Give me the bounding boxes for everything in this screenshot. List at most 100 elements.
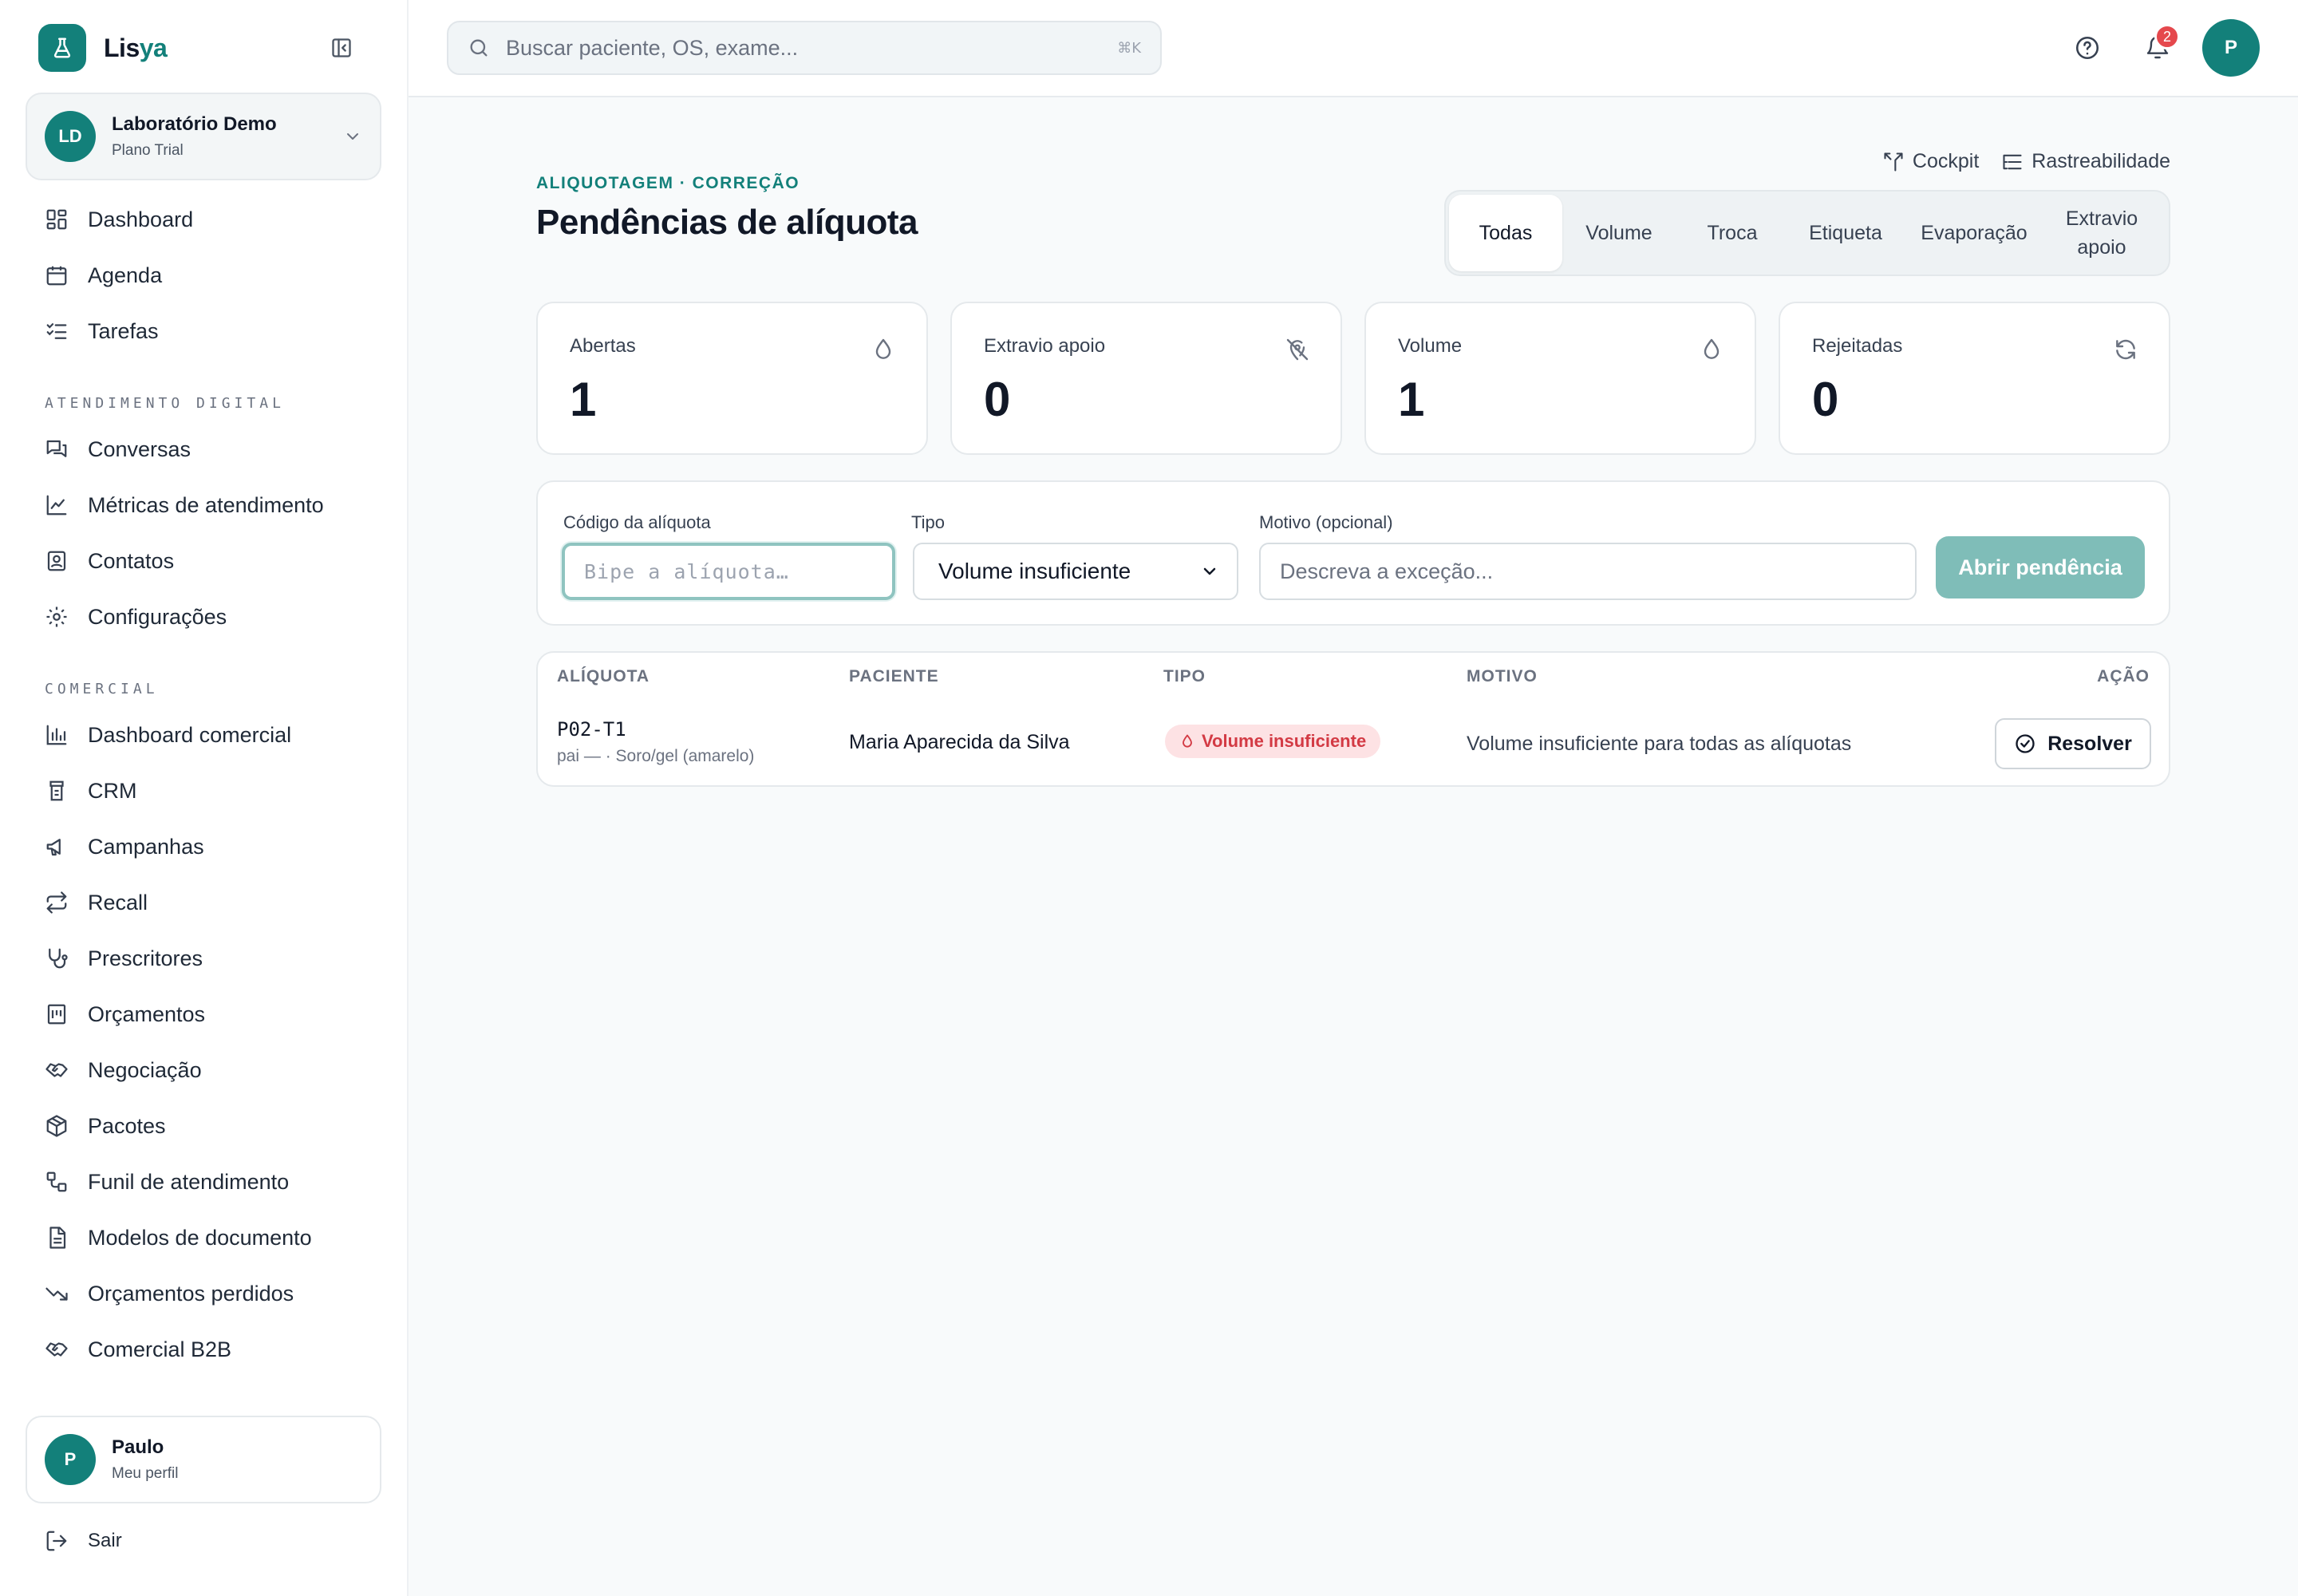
- notification-badge: 2: [2154, 24, 2180, 49]
- sidebar-item-configuracoes[interactable]: Configurações: [26, 589, 381, 645]
- sidebar-item-modelos[interactable]: Modelos de documento: [26, 1210, 381, 1266]
- brand-name: Lisya: [104, 33, 168, 62]
- sidebar-item-contatos[interactable]: Contatos: [26, 533, 381, 589]
- sidebar-item-dashboard[interactable]: Dashboard: [26, 192, 381, 247]
- sidebar-item-recall[interactable]: Recall: [26, 875, 381, 930]
- filter-tabs: Todas Volume Troca Etiqueta Evaporação E…: [1444, 190, 2170, 276]
- sidebar-item-campanhas[interactable]: Campanhas: [26, 819, 381, 875]
- column-header-paciente: PACIENTE: [849, 667, 939, 685]
- topbar: ⌘K: [409, 0, 2298, 97]
- stat-label: Volume: [1398, 335, 1463, 357]
- workflow-icon: [46, 1171, 67, 1192]
- stat-label: Rejeitadas: [1812, 335, 1903, 357]
- sidebar-item-label: CRM: [88, 778, 137, 803]
- tab-extravio-apoio[interactable]: Extravio apoio: [2046, 195, 2158, 271]
- stats-row: Abertas 1 Extravio apoio 0 Volume 1 Reje…: [536, 302, 2170, 455]
- org-name: Laboratório Demo: [112, 113, 277, 135]
- stat-card-rejeitadas: Rejeitadas 0: [1779, 302, 2170, 455]
- package-icon: [46, 1115, 67, 1137]
- rastreabilidade-label: Rastreabilidade: [2031, 150, 2170, 172]
- chevron-down-icon: [347, 133, 358, 140]
- reason-field-label: Motivo (opcional): [1259, 512, 1393, 532]
- organization-switcher[interactable]: LD Laboratório Demo Plano Trial: [26, 93, 381, 180]
- map-pin-off-icon: [1286, 338, 1309, 361]
- flask-icon: [38, 24, 86, 72]
- profile-subtitle: Meu perfil: [112, 1465, 179, 1482]
- stat-label: Abertas: [570, 335, 636, 357]
- sidebar-item-comercial-b2b[interactable]: Comercial B2B: [26, 1321, 381, 1377]
- sidebar-item-pacotes[interactable]: Pacotes: [26, 1098, 381, 1154]
- profile-card[interactable]: P Paulo Meu perfil: [26, 1416, 381, 1503]
- sidebar-item-label: Dashboard: [88, 207, 194, 231]
- aliquot-subtitle: pai — · Soro/gel (amarelo): [557, 747, 755, 765]
- org-avatar: LD: [45, 111, 96, 162]
- aliquot-code-input[interactable]: [562, 543, 895, 600]
- resolve-label: Resolver: [2047, 732, 2132, 755]
- refresh-icon: [2116, 339, 2135, 360]
- reason-text: Volume insuficiente para todas as alíquo…: [1467, 733, 1852, 755]
- sidebar-item-crm[interactable]: CRM: [26, 763, 381, 819]
- repeat-icon: [46, 891, 67, 914]
- logout-label: Sair: [88, 1530, 122, 1551]
- sidebar-item-conversas[interactable]: Conversas: [26, 421, 381, 477]
- column-header-motivo: MOTIVO: [1467, 667, 1538, 685]
- sidebar: Lisya LD Laboratório Demo Plano Trial Da…: [0, 0, 409, 1596]
- document-icon: [49, 1227, 66, 1249]
- sidebar-item-label: Configurações: [88, 604, 227, 629]
- search-shortcut: ⌘K: [1117, 39, 1141, 57]
- tab-etiqueta[interactable]: Etiqueta: [1789, 195, 1902, 271]
- tab-evaporacao[interactable]: Evaporação: [1902, 195, 2046, 271]
- tab-volume[interactable]: Volume: [1562, 195, 1676, 271]
- open-pendency-button[interactable]: Abrir pendência: [1936, 536, 2145, 598]
- help-icon[interactable]: [2071, 32, 2103, 64]
- droplet-icon: [1183, 734, 1192, 748]
- dashboard-icon: [46, 209, 67, 230]
- sidebar-item-orcamentos[interactable]: Orçamentos: [26, 986, 381, 1042]
- rastreabilidade-link[interactable]: Rastreabilidade: [2001, 150, 2170, 173]
- sidebar-item-label: Contatos: [88, 548, 175, 573]
- sidebar-item-prescritores[interactable]: Prescritores: [26, 930, 381, 986]
- sidebar-item-label: Tarefas: [88, 318, 159, 343]
- tab-troca[interactable]: Troca: [1676, 195, 1789, 271]
- search-input[interactable]: [506, 35, 1102, 61]
- droplet-icon: [875, 338, 891, 359]
- status-badge: Volume insuficiente: [1165, 725, 1381, 758]
- column-header-aliquota: ALÍQUOTA: [557, 667, 650, 685]
- tasks-icon: [46, 323, 67, 339]
- reason-input[interactable]: [1259, 543, 1917, 600]
- check-circle-icon: [2016, 734, 2035, 753]
- calendar-icon: [46, 266, 67, 286]
- sidebar-item-funil[interactable]: Funil de atendimento: [26, 1154, 381, 1210]
- type-select[interactable]: Volume insuficiente: [913, 543, 1238, 600]
- sidebar-item-tarefas[interactable]: Tarefas: [26, 303, 381, 359]
- stat-card-extravio: Extravio apoio 0: [950, 302, 1342, 455]
- column-header-acao: AÇÃO: [2097, 667, 2150, 685]
- tab-todas[interactable]: Todas: [1449, 195, 1562, 271]
- line-chart-icon: [46, 495, 67, 516]
- user-avatar[interactable]: P: [2202, 19, 2260, 77]
- cockpit-link[interactable]: Cockpit: [1882, 150, 1979, 173]
- nav-section-title: ATENDIMENTO DIGITAL: [45, 395, 285, 412]
- org-plan: Plano Trial: [112, 142, 184, 159]
- sidebar-item-negociacao[interactable]: Negociação: [26, 1042, 381, 1098]
- collapse-sidebar-icon[interactable]: [329, 35, 354, 61]
- droplet-icon: [1704, 338, 1720, 359]
- sidebar-item-dashboard-comercial[interactable]: Dashboard comercial: [26, 707, 381, 763]
- nav-main: Dashboard Agenda Tarefas: [26, 192, 381, 359]
- page-eyebrow: ALIQUOTAGEM · CORREÇÃO: [536, 174, 800, 192]
- sidebar-item-orcamentos-perdidos[interactable]: Orçamentos perdidos: [26, 1266, 381, 1321]
- contacts-icon: [47, 551, 66, 571]
- sidebar-item-label: Dashboard comercial: [88, 722, 292, 747]
- sidebar-item-agenda[interactable]: Agenda: [26, 247, 381, 303]
- sidebar-item-label: Negociação: [88, 1057, 202, 1082]
- sidebar-item-label: Comercial B2B: [88, 1337, 232, 1361]
- logout-button[interactable]: Sair: [45, 1529, 122, 1553]
- stat-value: 0: [1812, 373, 1839, 426]
- avatar: P: [45, 1434, 96, 1485]
- search-bar[interactable]: ⌘K: [447, 21, 1162, 75]
- page-title: Pendências de alíquota: [536, 203, 918, 242]
- brand[interactable]: Lisya: [38, 24, 168, 72]
- sidebar-item-metricas[interactable]: Métricas de atendimento: [26, 477, 381, 533]
- code-field-label: Código da alíquota: [563, 512, 711, 532]
- resolve-button[interactable]: Resolver: [1995, 718, 2151, 769]
